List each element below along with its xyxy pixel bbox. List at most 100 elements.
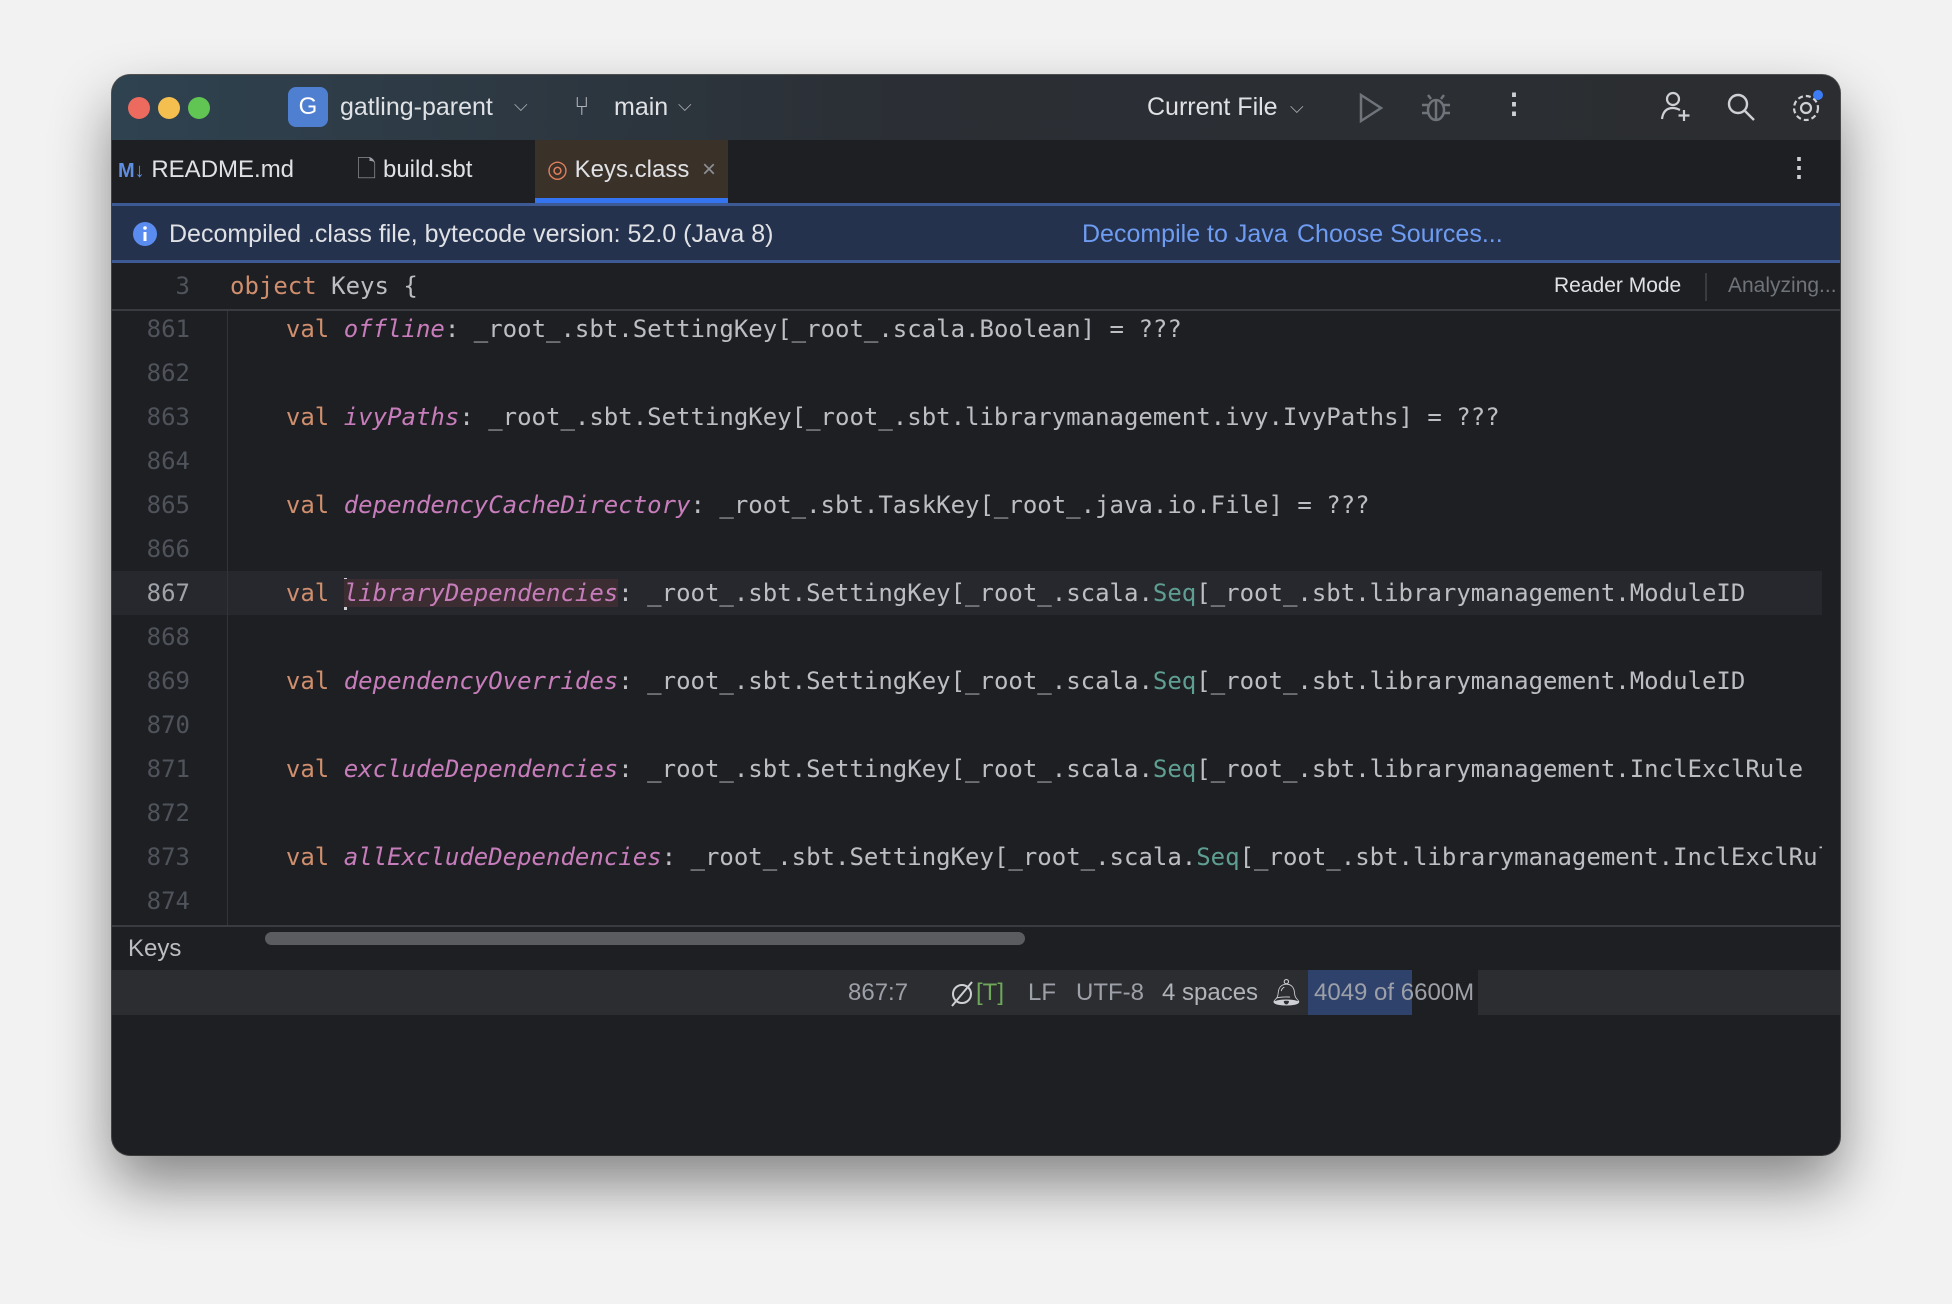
object-name: Keys { (316, 272, 418, 300)
identifier: offline (343, 315, 445, 343)
line-number: 869 (146, 667, 190, 695)
code-token: : _root_.sbt.SettingKey[_root_.scala.Boo… (444, 315, 1182, 343)
code-line[interactable]: 862 (112, 351, 1822, 395)
project-badge[interactable]: G (288, 87, 328, 127)
choose-sources-link[interactable]: Choose Sources... (1297, 220, 1503, 249)
identifier: ivyPaths (343, 403, 460, 431)
horizontal-scrollbar[interactable] (265, 932, 1025, 945)
settings-gear-icon[interactable] (1789, 89, 1825, 125)
identifier: excludeDependencies (343, 755, 619, 783)
breadcrumb-item[interactable]: Keys (128, 935, 181, 963)
run-icon[interactable] (1357, 92, 1385, 124)
run-config-selector[interactable]: Current File (1147, 93, 1278, 122)
code-line[interactable]: 861 val offline: _root_.sbt.SettingKey[_… (112, 307, 1822, 351)
line-number: 866 (146, 535, 190, 563)
gutter-divider (227, 309, 228, 925)
close-tab-icon[interactable]: × (702, 156, 716, 183)
identifier: dependencyCacheDirectory (343, 491, 691, 519)
keyword: val (285, 491, 330, 519)
zoom-window-button[interactable] (188, 97, 210, 119)
tab-overflow-menu-icon[interactable]: ⋮ (1786, 152, 1812, 183)
caret-position[interactable]: 867:7 (848, 970, 908, 1015)
indent-setting[interactable]: 4 spaces (1162, 970, 1258, 1015)
keyword: val (285, 315, 330, 343)
code-editor[interactable]: 3 object Keys { Reader Mode Analyzing...… (112, 263, 1840, 925)
reader-mode-button[interactable]: Reader Mode (1554, 263, 1681, 309)
code-token: [_root_.sbt.librarymanagement.InclExclRu… (1196, 755, 1804, 783)
keyword: val (285, 579, 330, 607)
code-line[interactable]: 872 (112, 791, 1822, 835)
close-window-button[interactable] (128, 97, 150, 119)
tab-label: build.sbt (382, 156, 473, 183)
tab-build-sbt[interactable]: 🗋 build.sbt (357, 140, 472, 203)
code-line[interactable]: 870 (112, 703, 1822, 747)
tab-readme[interactable]: M↓ README.md (118, 140, 294, 203)
code-text: val ivyPaths: _root_.sbt.SettingKey[_roo… (257, 395, 1500, 439)
sbt-file-icon: 🗋 (357, 156, 377, 183)
line-number: 868 (146, 623, 190, 651)
type-name: Seq (1152, 667, 1197, 695)
debug-icon[interactable] (1419, 91, 1453, 125)
analyzing-status: Analyzing... (1728, 274, 1837, 297)
line-number: 871 (146, 755, 190, 783)
code-line[interactable]: 867 val libraryDependencies: _root_.sbt.… (112, 571, 1822, 615)
type-name: Seq (1196, 843, 1240, 871)
line-number: 867 (146, 579, 190, 607)
line-number: 863 (146, 403, 190, 431)
no-highlighting-icon[interactable] (948, 980, 976, 1008)
project-selector[interactable]: gatling-parent (340, 93, 493, 122)
code-line[interactable]: 871 val excludeDependencies: _root_.sbt.… (112, 747, 1822, 791)
type-name: Seq (1152, 755, 1197, 783)
tab-keys-class[interactable]: ◎ Keys.class × (535, 140, 729, 203)
line-number: 865 (146, 491, 190, 519)
info-icon (133, 222, 157, 246)
identifier: libraryDependencies (343, 579, 619, 607)
code-line[interactable]: 874 (112, 879, 1822, 923)
keyword: val (285, 667, 330, 695)
memory-usage-text: 4049 of 6600M (1314, 979, 1475, 1006)
status-bar: 867:7 [T] LF UTF-8 4 spaces 🔔︎ 4049 of 6… (112, 970, 1840, 1015)
code-line[interactable]: 873 val allExcludeDependencies: _root_.s… (112, 835, 1822, 879)
minimize-window-button[interactable] (158, 97, 180, 119)
code-token: [_root_.sbt.librarymanagement.InclExclRu… (1239, 843, 1822, 871)
line-number: 873 (146, 843, 190, 871)
code-text: val dependencyCacheDirectory: _root_.sbt… (257, 483, 1370, 527)
code-line[interactable]: 869 val dependencyOverrides: _root_.sbt.… (112, 659, 1822, 703)
keyword: val (285, 755, 330, 783)
code-text: val offline: _root_.sbt.SettingKey[_root… (257, 307, 1182, 351)
banner-message: Decompiled .class file, bytecode version… (169, 220, 774, 248)
line-number: 872 (146, 799, 190, 827)
add-user-icon[interactable] (1659, 90, 1693, 124)
decompile-to-java-link[interactable]: Decompile to Java (1082, 220, 1288, 249)
reader-mode-bar: Reader Mode Analyzing... (1540, 263, 1840, 309)
memory-indicator[interactable]: 4049 of 6600M (1308, 970, 1478, 1015)
tab-label: Keys.class (574, 156, 690, 183)
code-token: : _root_.sbt.TaskKey[_root_.java.io.File… (690, 491, 1370, 519)
type-name: Seq (1152, 579, 1197, 607)
line-ending[interactable]: LF (1028, 970, 1056, 1015)
code-text: val allExcludeDependencies: _root_.sbt.S… (257, 835, 1822, 879)
more-actions-icon[interactable]: ⋮ (1500, 87, 1528, 120)
code-line[interactable]: 865 val dependencyCacheDirectory: _root_… (112, 483, 1822, 527)
code-line[interactable]: 868 (112, 615, 1822, 659)
code-line[interactable]: 864 (112, 439, 1822, 483)
notifications-bell-icon[interactable]: 🔔︎ (1270, 970, 1303, 1015)
title-bar: G gatling-parent ⌵ ⑂ main ⌵ Current File… (112, 75, 1840, 140)
ide-window: G gatling-parent ⌵ ⑂ main ⌵ Current File… (112, 75, 1840, 1155)
code-line[interactable]: 866 (112, 527, 1822, 571)
code-text: val libraryDependencies: _root_.sbt.Sett… (257, 571, 1745, 615)
code-line[interactable]: 863 val ivyPaths: _root_.sbt.SettingKey[… (112, 395, 1822, 439)
branch-selector[interactable]: main (614, 93, 668, 122)
search-icon[interactable] (1725, 91, 1757, 123)
file-encoding[interactable]: UTF-8 (1076, 970, 1144, 1015)
type-indicator-badge[interactable]: [T] (976, 970, 1004, 1015)
